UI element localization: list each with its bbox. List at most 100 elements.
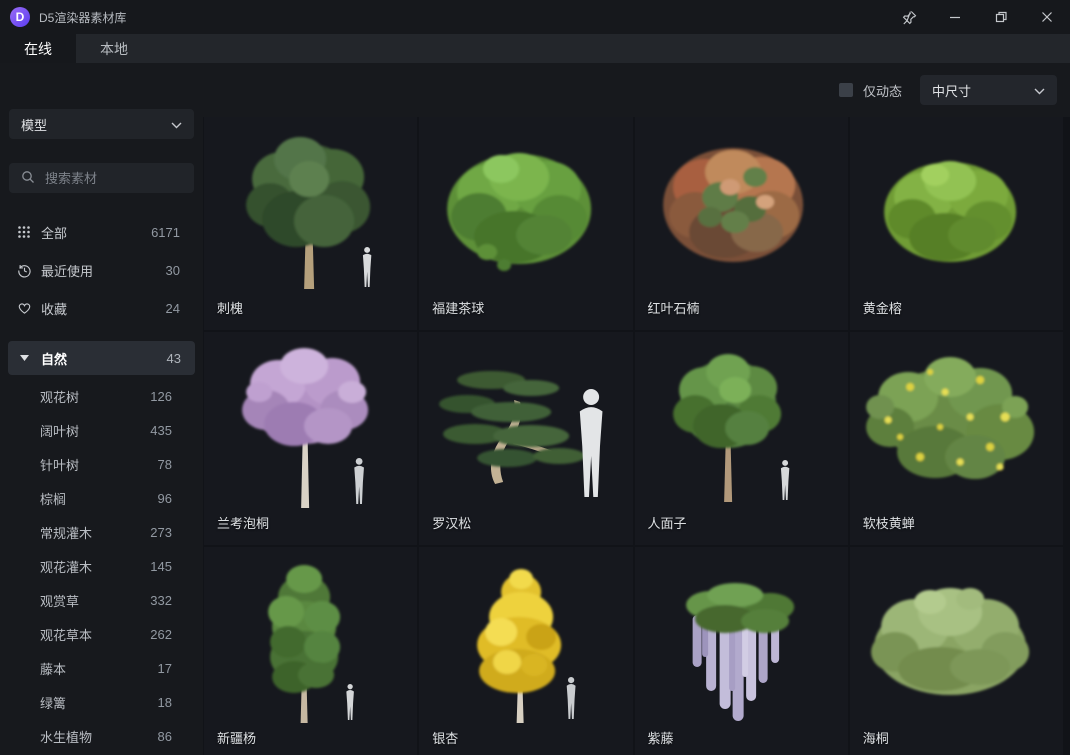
- sidebar-subcategory-item[interactable]: 观赏草 332: [0, 583, 203, 617]
- titlebar-buttons: [886, 0, 1070, 34]
- sidebar-item-label: 全部: [41, 223, 67, 242]
- sidebar-subcategory-item[interactable]: 针叶树78: [0, 447, 203, 481]
- history-icon: [16, 262, 32, 278]
- asset-card-12[interactable]: 海桐: [850, 547, 1063, 755]
- main-panel: 仅动态 中尺寸 刺槐 福建茶球 红叶石楠 黄金榕 兰考泡桐: [203, 63, 1070, 755]
- subcategory-label: 水生植物: [40, 727, 92, 746]
- subcategory-count: 435: [150, 423, 172, 438]
- asset-label: 新疆杨: [217, 728, 256, 747]
- tab-local[interactable]: 本地: [76, 34, 152, 63]
- sidebar-subcategory-item[interactable]: 常规灌木 273: [0, 515, 203, 549]
- tab-online[interactable]: 在线: [0, 34, 76, 63]
- asset-grid: 刺槐 福建茶球 红叶石楠 黄金榕 兰考泡桐 罗汉松 人面子 软枝黄蝉 新疆杨 银…: [203, 117, 1070, 755]
- subcategory-count: 332: [150, 593, 172, 608]
- subcategory-label: 观赏草: [40, 591, 79, 610]
- dynamic-only-checkbox[interactable]: [839, 83, 853, 97]
- minimize-button[interactable]: [932, 0, 978, 34]
- asset-preview: [419, 547, 632, 755]
- caret-down-icon: [20, 355, 29, 361]
- search-icon: [21, 170, 35, 187]
- subcategory-count: 96: [158, 491, 172, 506]
- asset-label: 罗汉松: [432, 513, 471, 532]
- category-count: 43: [167, 351, 181, 366]
- close-icon: [1040, 10, 1054, 24]
- sidebar-subcategory-item[interactable]: 观花树126: [0, 379, 203, 413]
- filter-bar: 仅动态 中尺寸: [203, 63, 1070, 117]
- window-title: D5渲染器素材库: [39, 9, 126, 26]
- subcategory-label: 阔叶树: [40, 421, 79, 440]
- size-dropdown-value: 中尺寸: [932, 81, 971, 100]
- dynamic-only-label: 仅动态: [863, 81, 902, 100]
- sidebar-subcategory-item[interactable]: 藤本 17: [0, 651, 203, 685]
- asset-preview: [850, 547, 1063, 755]
- titlebar: D D5渲染器素材库: [0, 0, 1070, 34]
- subcategory-label: 棕榈: [40, 489, 66, 508]
- asset-type-dropdown[interactable]: 模型: [9, 109, 194, 139]
- sidebar-subcategory-item[interactable]: 绿篱 18: [0, 685, 203, 719]
- sidebar-subcategory-item[interactable]: 阔叶树 435: [0, 413, 203, 447]
- titlebar-left: D D5渲染器素材库: [10, 7, 126, 27]
- asset-card-8[interactable]: 软枝黄蝉: [850, 332, 1063, 545]
- subcategory-count: 273: [150, 525, 172, 540]
- asset-label: 兰考泡桐: [217, 513, 269, 532]
- sidebar-subcategory-item[interactable]: 观花草本 262: [0, 617, 203, 651]
- asset-card-2[interactable]: 福建茶球: [419, 117, 632, 330]
- sidebar-item-all[interactable]: 全部 6171: [0, 213, 203, 251]
- subcategory-label: 观花灌木: [40, 557, 92, 576]
- asset-card-5[interactable]: 兰考泡桐: [204, 332, 417, 545]
- asset-card-4[interactable]: 黄金榕: [850, 117, 1063, 330]
- asset-card-3[interactable]: 红叶石楠: [635, 117, 848, 330]
- grid-icon: [16, 224, 32, 240]
- asset-card-1[interactable]: 刺槐: [204, 117, 417, 330]
- pin-button[interactable]: [886, 0, 932, 34]
- asset-label: 人面子: [648, 513, 687, 532]
- tab-bar: 在线 本地: [0, 34, 1070, 63]
- asset-type-value: 模型: [21, 115, 47, 134]
- sidebar-subcategory-item[interactable]: 水生植物 86: [0, 719, 203, 753]
- subcategory-count: 145: [150, 559, 172, 574]
- subcategory-label: 藤本: [40, 659, 66, 678]
- restore-icon: [994, 10, 1008, 24]
- sidebar-item-favorites[interactable]: 收藏 24: [0, 289, 203, 327]
- subcategory-label: 观花草本: [40, 625, 92, 644]
- heart-icon: [16, 300, 32, 316]
- subcategory-label: 针叶树: [40, 455, 79, 474]
- subcategory-label: 观花树: [40, 387, 79, 406]
- sidebar-subcategory-item[interactable]: 观花灌木 145: [0, 549, 203, 583]
- search-box[interactable]: [9, 163, 194, 193]
- asset-card-10[interactable]: 银杏: [419, 547, 632, 755]
- asset-preview: [635, 547, 848, 755]
- subcategory-count: 17: [158, 661, 172, 676]
- asset-label: 红叶石楠: [648, 298, 700, 317]
- subcategory-count: 262: [150, 627, 172, 642]
- sidebar-item-label: 最近使用: [41, 261, 93, 280]
- subcategory-count: 18: [158, 695, 172, 710]
- asset-card-9[interactable]: 新疆杨: [204, 547, 417, 755]
- asset-card-11[interactable]: 紫藤: [635, 547, 848, 755]
- restore-button[interactable]: [978, 0, 1024, 34]
- item-count: 6171: [151, 225, 180, 240]
- asset-label: 软枝黄蝉: [863, 513, 915, 532]
- pin-icon: [902, 10, 917, 25]
- asset-label: 福建茶球: [432, 298, 484, 317]
- asset-label: 银杏: [432, 728, 458, 747]
- sidebar-subcategory-list: 观花树126 阔叶树 435 针叶树78 棕榈 96 常规灌木 273 观花灌木 145 观赏草 33…: [0, 379, 203, 753]
- asset-card-7[interactable]: 人面子: [635, 332, 848, 545]
- sidebar-category-nature[interactable]: 自然 43: [8, 341, 195, 375]
- search-input[interactable]: [43, 170, 153, 187]
- asset-label: 紫藤: [648, 728, 674, 747]
- close-button[interactable]: [1024, 0, 1070, 34]
- sidebar-subcategory-item[interactable]: 棕榈 96: [0, 481, 203, 515]
- d5-logo-icon: D: [10, 7, 30, 27]
- sidebar-item-recent[interactable]: 最近使用 30: [0, 251, 203, 289]
- chevron-down-icon: [171, 117, 182, 132]
- asset-card-6[interactable]: 罗汉松: [419, 332, 632, 545]
- item-count: 30: [166, 263, 180, 278]
- subcategory-label: 绿篱: [40, 693, 66, 712]
- sidebar-item-label: 收藏: [41, 299, 67, 318]
- item-count: 24: [166, 301, 180, 316]
- subcategory-label: 常规灌木: [40, 523, 92, 542]
- asset-library-window: D D5渲染器素材库: [0, 0, 1070, 755]
- subcategory-count: 86: [158, 729, 172, 744]
- size-dropdown[interactable]: 中尺寸: [920, 75, 1057, 105]
